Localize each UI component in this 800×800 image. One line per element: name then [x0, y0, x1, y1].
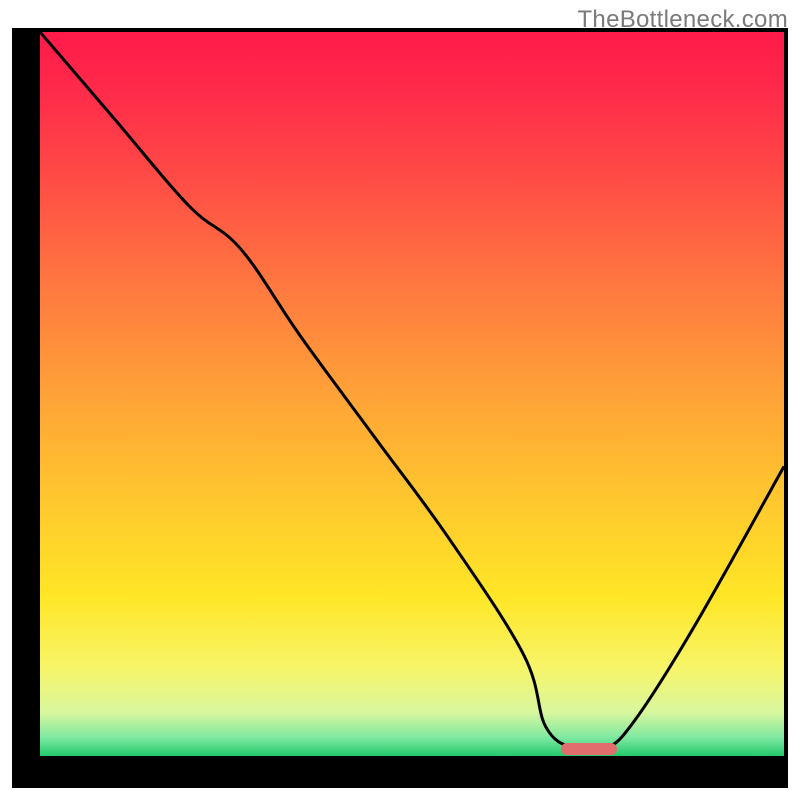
bottleneck-curve: [40, 32, 784, 756]
plot-frame: [12, 28, 788, 788]
optimal-marker: [561, 743, 617, 755]
watermark-text: TheBottleneck.com: [577, 6, 788, 34]
plot-area: [40, 32, 784, 756]
